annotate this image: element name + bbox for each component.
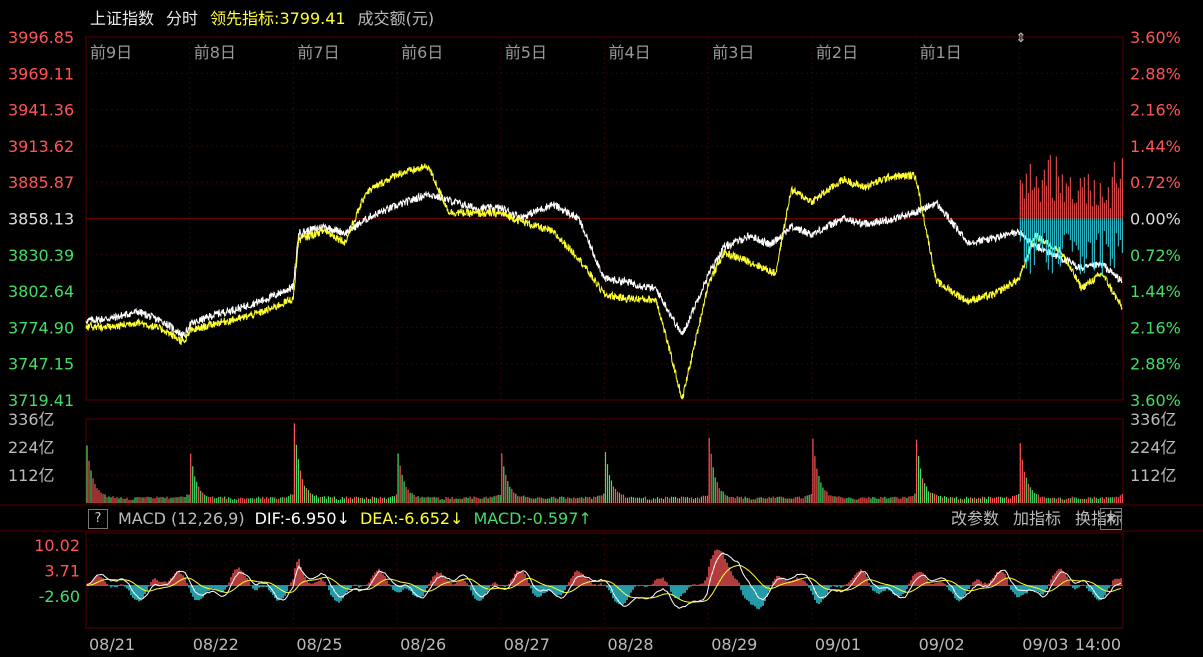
y-tick-label-left: 3747.15 xyxy=(8,355,74,374)
y-tick-label-right: 2.88% xyxy=(1130,64,1181,83)
leading-value: 3799.41 xyxy=(279,9,346,28)
macd-title: MACD (12,26,9) xyxy=(118,509,245,528)
y-tick-label-right: 2.88% xyxy=(1130,355,1181,374)
day-label: 前1日 xyxy=(920,43,962,62)
y-tick-label-left: 3858.13 xyxy=(8,210,74,229)
y-tick-label-right: 2.16% xyxy=(1130,101,1181,120)
y-tick-label-left: 3830.39 xyxy=(8,246,74,265)
day-label: 前7日 xyxy=(297,43,339,62)
day-label: 前2日 xyxy=(816,43,858,62)
dif-value: DIF:-6.950↓ xyxy=(254,509,350,528)
leading-label: 领先指标: xyxy=(210,9,280,28)
add-indicator-button[interactable]: 加指标 xyxy=(1013,507,1061,531)
y-tick-label-left: 3969.11 xyxy=(8,64,74,83)
day-label: 前6日 xyxy=(401,43,443,62)
volume-tick-left: 112亿 xyxy=(8,466,55,485)
macd-buttons: 改参数 加指标 换指标 xyxy=(951,507,1123,531)
x-tick-label: 09/02 xyxy=(919,635,965,654)
index-name[interactable]: 上证指数 xyxy=(90,6,154,32)
x-tick-label: 08/25 xyxy=(296,635,342,654)
x-tick-label: 08/21 xyxy=(89,635,135,654)
day-label: 前5日 xyxy=(505,43,547,62)
y-tick-label-right: 0.00% xyxy=(1130,210,1181,229)
volume-tick-right: 224亿 xyxy=(1130,438,1177,457)
y-tick-label-left: 3802.64 xyxy=(8,282,74,301)
y-tick-label-right: 0.72% xyxy=(1130,246,1181,265)
y-tick-label-left: 3774.90 xyxy=(8,318,74,337)
y-tick-label-left: 3996.85 xyxy=(8,28,74,47)
help-button[interactable]: ? xyxy=(88,509,108,529)
volume-tick-right: 336亿 xyxy=(1130,410,1177,429)
y-tick-label-right: 1.44% xyxy=(1130,137,1181,156)
day-label: 前3日 xyxy=(712,43,754,62)
dea-value: DEA:-6.652↓ xyxy=(359,509,464,528)
chart-canvas: 3996.85 3969.11 3941.36 3913.62 3885.87 3858.… xyxy=(0,28,1203,654)
y-tick-label-right: 0.72% xyxy=(1130,173,1181,192)
close-icon[interactable]: ✕ xyxy=(1100,508,1122,530)
y-tick-label-right: 1.44% xyxy=(1130,282,1181,301)
day-label: 前4日 xyxy=(609,43,651,62)
x-tick-label: 09/01 xyxy=(815,635,861,654)
chart-header: 上证指数 分时 领先指标:3799.41 成交额(元) xyxy=(90,6,434,32)
x-tick-label: 09/03 xyxy=(1022,635,1068,654)
x-tick-label: 08/29 xyxy=(711,635,757,654)
macd-header: ? MACD (12,26,9) DIF:-6.950↓ DEA:-6.652↓… xyxy=(88,507,592,531)
leading-indicator: 领先指标:3799.41 xyxy=(210,6,346,32)
macd-value: MACD:-0.597↑ xyxy=(473,509,592,528)
volume-tick-left: 224亿 xyxy=(8,438,55,457)
x-tick-label: 08/22 xyxy=(193,635,239,654)
x-tick-label: 08/26 xyxy=(400,635,446,654)
x-tick-label: 08/27 xyxy=(504,635,550,654)
edit-params-button[interactable]: 改参数 xyxy=(951,507,999,531)
y-tick-label-right: 3.60% xyxy=(1130,28,1181,47)
y-tick-label-right: 2.16% xyxy=(1130,318,1181,337)
drag-handle-icon: ⇕ xyxy=(1016,31,1027,46)
macd-tick-label: 3.71 xyxy=(44,562,80,581)
y-tick-label-left: 3719.41 xyxy=(8,391,74,410)
day-label: 前9日 xyxy=(90,43,132,62)
day-label: 前8日 xyxy=(194,43,236,62)
volume-tick-right: 112亿 xyxy=(1130,466,1177,485)
volume-label: 成交额(元) xyxy=(357,9,435,28)
x-tick-label: 08/28 xyxy=(608,635,654,654)
y-tick-label-right: 3.60% xyxy=(1130,391,1181,410)
x-tick-label: 14:00 xyxy=(1075,635,1121,654)
macd-tick-label: 10.02 xyxy=(34,536,80,555)
volume-tick-left: 336亿 xyxy=(8,410,55,429)
y-tick-label-left: 3885.87 xyxy=(8,173,74,192)
macd-tick-label: -2.60 xyxy=(39,587,80,606)
y-tick-label-left: 3913.62 xyxy=(8,137,74,156)
period-label[interactable]: 分时 xyxy=(166,6,198,32)
y-tick-label-left: 3941.36 xyxy=(8,101,74,120)
